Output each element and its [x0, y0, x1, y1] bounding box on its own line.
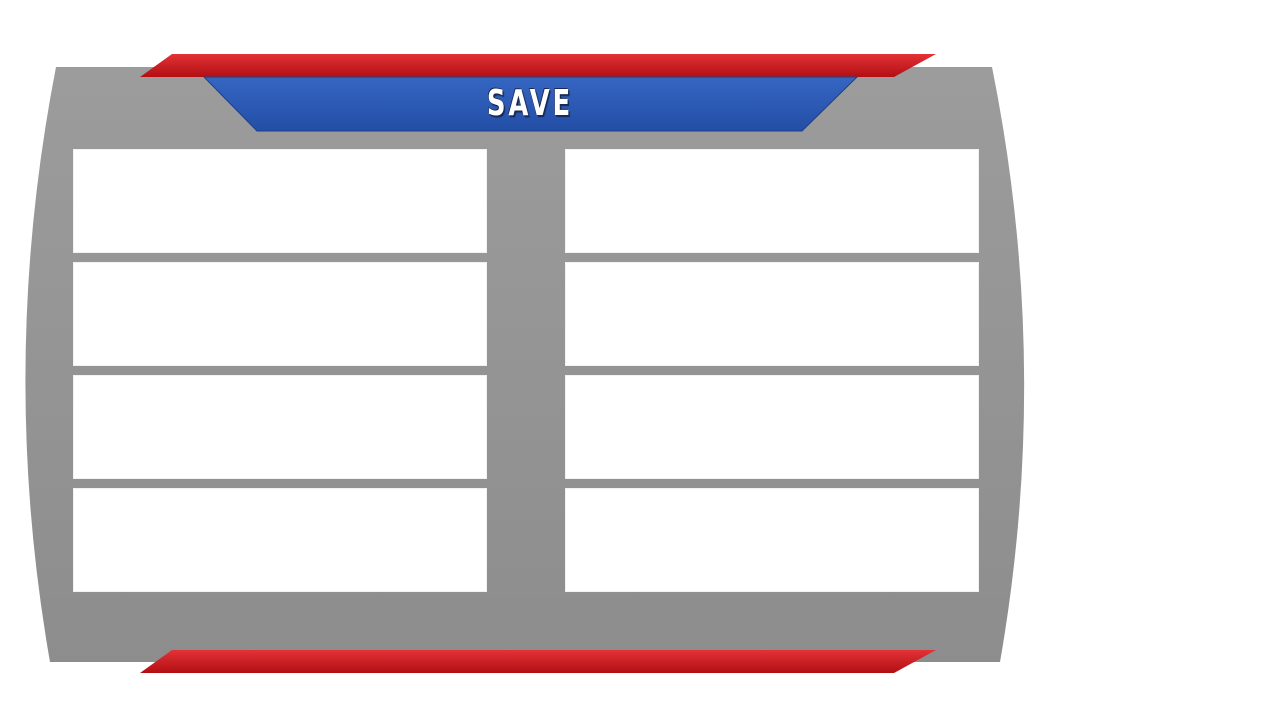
save-slot-6[interactable]	[565, 262, 979, 366]
save-slot-5[interactable]	[565, 149, 979, 253]
top-red-banner	[140, 54, 936, 77]
bottom-red-banner	[140, 650, 936, 673]
save-screen: SAVE	[0, 0, 1280, 720]
save-slot-7[interactable]	[565, 375, 979, 479]
save-slot-2[interactable]	[73, 262, 487, 366]
save-slot-1[interactable]	[73, 149, 487, 253]
save-slot-3[interactable]	[73, 375, 487, 479]
save-slot-8[interactable]	[565, 488, 979, 592]
page-title: SAVE	[486, 83, 574, 124]
save-slot-4[interactable]	[73, 488, 487, 592]
